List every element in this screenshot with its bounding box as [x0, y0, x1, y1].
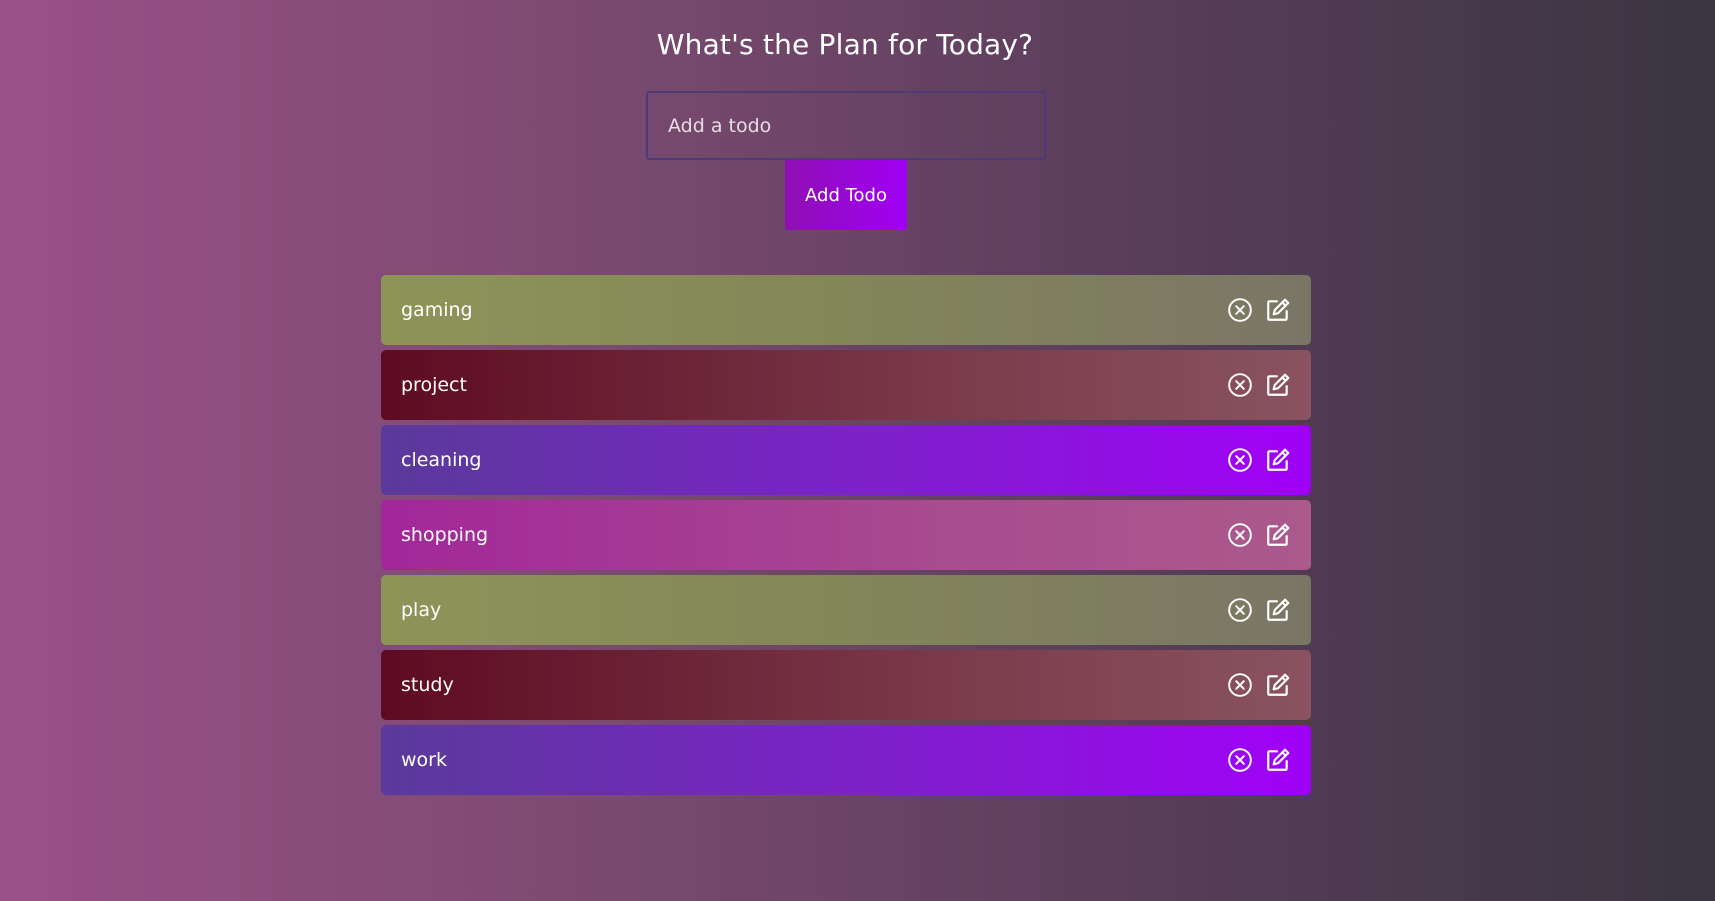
todo-text[interactable]: cleaning — [401, 449, 481, 471]
close-circle-icon[interactable] — [1227, 597, 1253, 623]
close-circle-icon[interactable] — [1227, 672, 1253, 698]
todo-text[interactable]: gaming — [401, 299, 473, 321]
edit-icon[interactable] — [1265, 447, 1291, 473]
todo-form: Add Todo — [646, 91, 1046, 230]
close-circle-icon[interactable] — [1227, 297, 1253, 323]
close-circle-icon[interactable] — [1227, 447, 1253, 473]
todo-actions — [1227, 297, 1291, 323]
edit-icon[interactable] — [1265, 297, 1291, 323]
todo-item[interactable]: study — [381, 650, 1311, 720]
edit-icon[interactable] — [1265, 522, 1291, 548]
edit-icon[interactable] — [1265, 747, 1291, 773]
edit-icon[interactable] — [1265, 672, 1291, 698]
todo-item[interactable]: work — [381, 725, 1311, 795]
todo-item[interactable]: cleaning — [381, 425, 1311, 495]
todo-actions — [1227, 372, 1291, 398]
add-todo-button[interactable]: Add Todo — [785, 160, 907, 230]
edit-icon[interactable] — [1265, 597, 1291, 623]
todo-text[interactable]: shopping — [401, 524, 488, 546]
close-circle-icon[interactable] — [1227, 372, 1253, 398]
todo-item[interactable]: play — [381, 575, 1311, 645]
todo-actions — [1227, 672, 1291, 698]
todo-app: What's the Plan for Today? Add Todo gami… — [0, 0, 1715, 901]
todo-text[interactable]: work — [401, 749, 447, 771]
todo-input[interactable] — [646, 91, 1046, 160]
edit-icon[interactable] — [1265, 372, 1291, 398]
todo-actions — [1227, 597, 1291, 623]
todo-text[interactable]: project — [401, 374, 467, 396]
todo-item[interactable]: shopping — [381, 500, 1311, 570]
close-circle-icon[interactable] — [1227, 747, 1253, 773]
todo-item[interactable]: project — [381, 350, 1311, 420]
todo-actions — [1227, 447, 1291, 473]
todo-text[interactable]: study — [401, 674, 454, 696]
todo-actions — [1227, 522, 1291, 548]
todo-text[interactable]: play — [401, 599, 441, 621]
todo-actions — [1227, 747, 1291, 773]
close-circle-icon[interactable] — [1227, 522, 1253, 548]
todo-list: gaming project cleaning shopping play st… — [381, 275, 1311, 800]
page-title: What's the Plan for Today? — [656, 28, 1034, 61]
todo-item[interactable]: gaming — [381, 275, 1311, 345]
